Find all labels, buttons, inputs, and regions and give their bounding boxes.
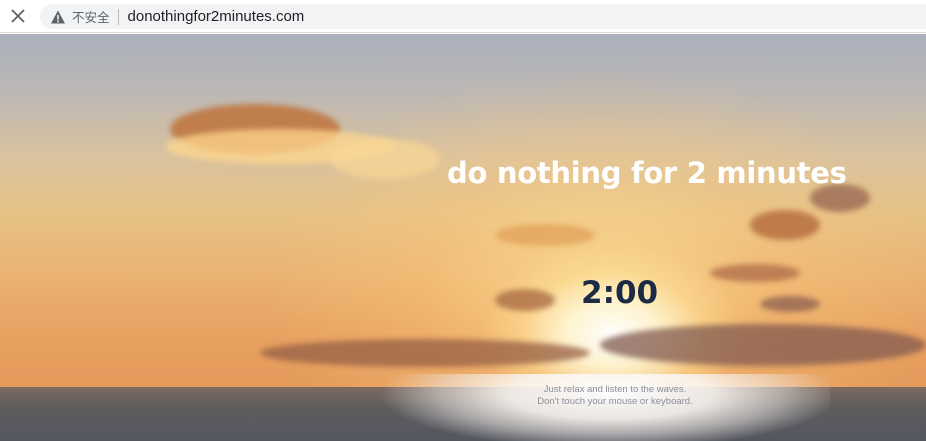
background-scene: do nothing for 2 minutes 2:00 Just relax…	[0, 34, 926, 441]
cloud-band-right	[600, 324, 926, 366]
cloud-band-left	[260, 339, 590, 367]
url-text[interactable]: donothingfor2minutes.com	[128, 8, 305, 25]
browser-toolbar: 不安全 donothingfor2minutes.com	[0, 0, 926, 33]
page-title: do nothing for 2 minutes	[447, 156, 847, 190]
instruction-line-1: Just relax and listen to the waves.	[543, 384, 687, 395]
close-icon[interactable]	[6, 4, 30, 28]
cloud-center	[495, 224, 595, 246]
countdown-timer: 2:00	[581, 275, 659, 311]
cloud-center-low	[495, 289, 555, 311]
cloud-right-low	[710, 264, 800, 282]
instruction-line-2: Don't touch your mouse or keyboard.	[537, 396, 693, 407]
cloud-right-mid	[750, 210, 820, 240]
cloud-far-right	[760, 296, 820, 312]
cloud-left-tail	[330, 139, 440, 179]
security-status-label[interactable]: 不安全	[72, 7, 110, 26]
instruction-text: Just relax and listen to the waves. Don'…	[515, 384, 715, 408]
warning-triangle-icon[interactable]	[50, 9, 66, 25]
address-bar[interactable]: 不安全 donothingfor2minutes.com	[40, 4, 926, 29]
address-divider	[117, 8, 119, 25]
